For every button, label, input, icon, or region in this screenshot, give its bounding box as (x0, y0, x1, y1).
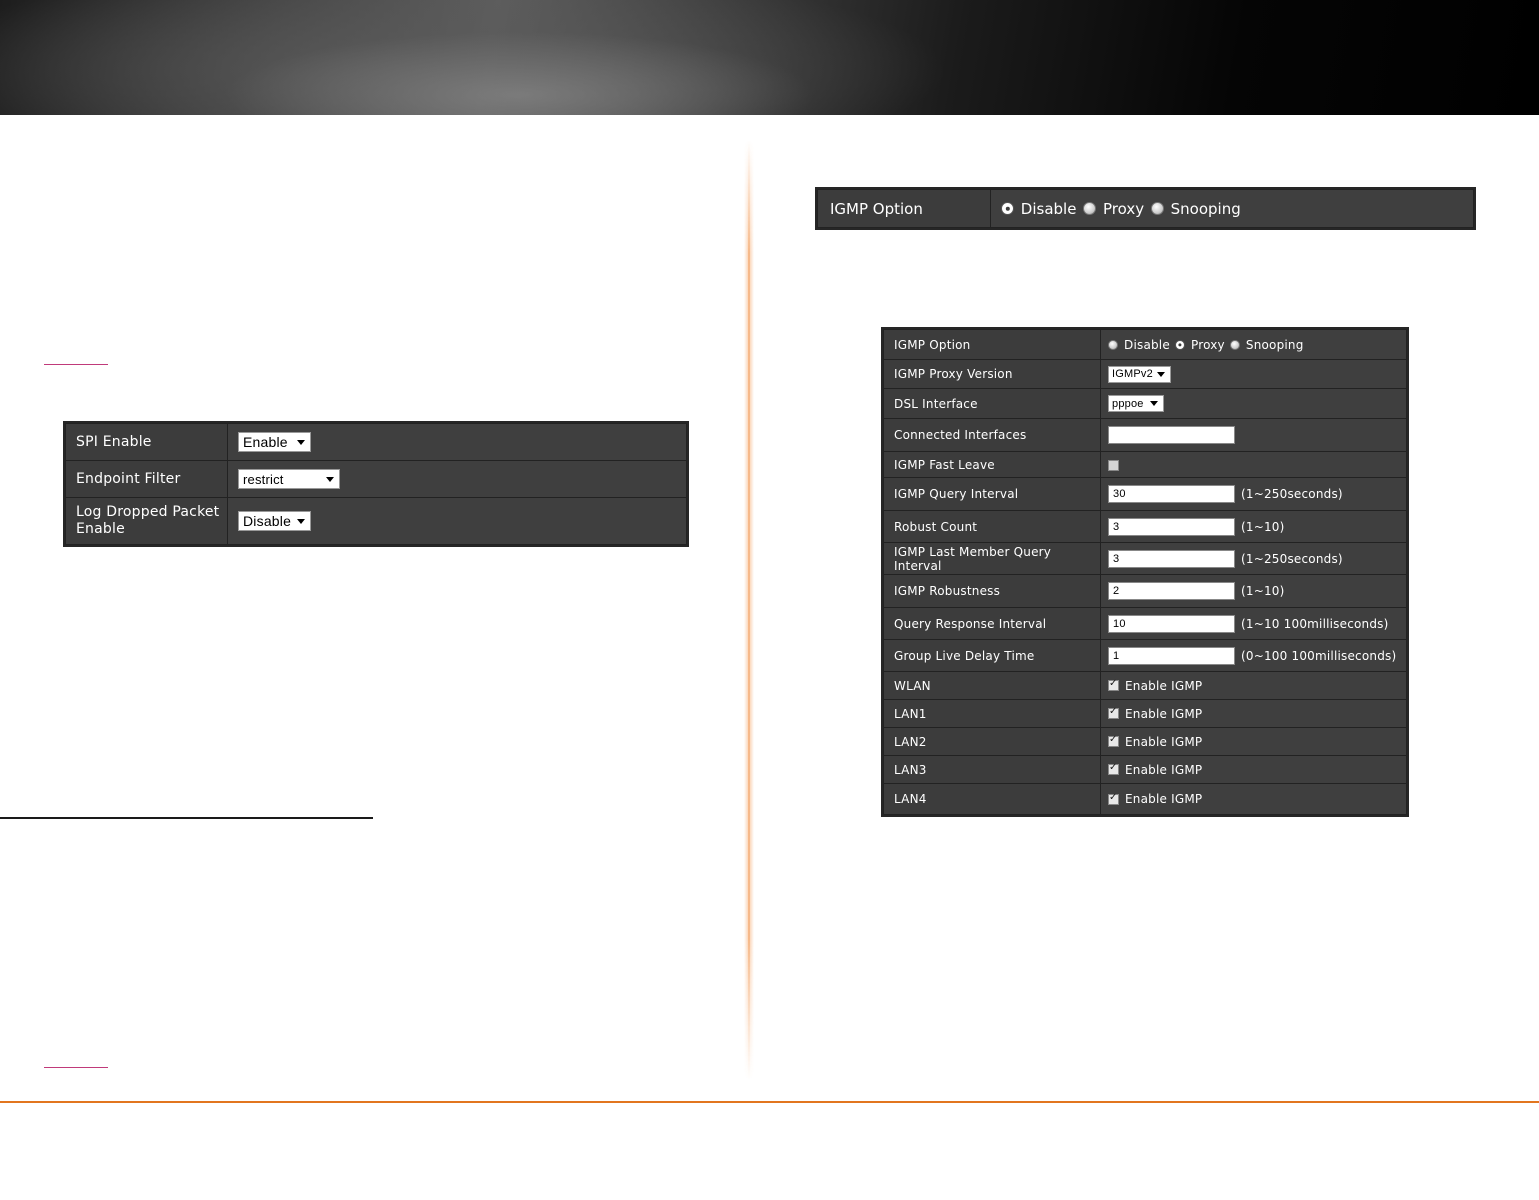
lan1-enable-igmp-checkbox[interactable] (1108, 706, 1119, 720)
group-live-delay-input[interactable]: 1 (1108, 646, 1235, 665)
igmp-proxy-radio[interactable] (1083, 202, 1097, 216)
query-response-interval-label: Query Response Interval (883, 607, 1101, 640)
proxy-version-label: IGMP Proxy Version (883, 359, 1101, 389)
spi-enable-label: SPI Enable (65, 423, 228, 461)
robustness-label: IGMP Robustness (883, 574, 1101, 608)
group-live-delay-label: Group Live Delay Time (883, 639, 1101, 672)
link-underline-top[interactable] (44, 364, 108, 365)
igmp-snooping-label: Snooping (1170, 199, 1241, 218)
wlan-enable-igmp-checkbox[interactable] (1108, 678, 1119, 692)
endpoint-filter-value: restrict (243, 471, 284, 487)
proxy-version-select[interactable]: IGMPv2 (1108, 365, 1171, 383)
igmp-disable-label: Disable (1020, 199, 1077, 218)
igmp-option-row-label: IGMP Option (883, 329, 1101, 360)
query-response-interval-hint: (1~10 100milliseconds) (1241, 616, 1389, 631)
log-dropped-packet-select[interactable]: Disable (238, 511, 311, 531)
query-interval-input[interactable]: 30 (1108, 485, 1235, 503)
lan2-label: LAN2 (883, 727, 1101, 756)
lan1-label: LAN1 (883, 699, 1101, 728)
footer-rule (0, 1101, 1539, 1103)
proxy-version-value: IGMPv2 (1112, 368, 1153, 380)
last-member-query-interval-label: IGMP Last Member Query Interval (883, 542, 1101, 575)
lan4-enable-igmp-label: Enable IGMP (1125, 792, 1203, 807)
lan2-enable-igmp-label: Enable IGMP (1125, 734, 1203, 749)
igmp-full-disable-radio[interactable] (1108, 339, 1118, 350)
igmp-disable-radio[interactable] (1001, 202, 1014, 216)
spi-settings-panel: SPI Enable Enable Endpoint Filter restri… (63, 421, 689, 547)
lan4-enable-igmp-checkbox[interactable] (1108, 792, 1119, 805)
chevron-down-icon (297, 439, 305, 445)
link-underline-bottom[interactable] (44, 1067, 108, 1068)
robustness-hint: (1~10) (1241, 584, 1285, 598)
igmp-full-snooping-radio[interactable] (1229, 339, 1240, 350)
connected-interfaces-label: Connected Interfaces (883, 418, 1101, 452)
connected-interfaces-input[interactable] (1108, 426, 1235, 444)
dsl-interface-select[interactable]: pppoe (1108, 395, 1164, 412)
group-live-delay-hint: (0~100 100milliseconds) (1241, 648, 1397, 663)
last-member-query-interval-input[interactable]: 3 (1108, 549, 1235, 568)
log-dropped-packet-label: Log Dropped Packet Enable (65, 497, 228, 545)
fast-leave-checkbox[interactable] (1108, 459, 1119, 471)
log-dropped-packet-value: Disable (243, 513, 292, 529)
fast-leave-label: IGMP Fast Leave (883, 451, 1101, 478)
wlan-label: WLAN (883, 671, 1101, 700)
lan3-enable-igmp-label: Enable IGMP (1125, 762, 1203, 777)
lan4-label: LAN4 (883, 783, 1101, 815)
endpoint-filter-label: Endpoint Filter (65, 460, 228, 498)
igmp-full-proxy-radio[interactable] (1174, 339, 1185, 350)
igmp-settings-panel: IGMP Option Disable Proxy Snooping IGMP … (881, 327, 1409, 817)
chevron-down-icon (297, 518, 305, 524)
query-interval-label: IGMP Query Interval (883, 477, 1101, 511)
last-member-query-interval-hint: (1~250seconds) (1241, 551, 1343, 566)
robust-count-hint: (1~10) (1241, 519, 1285, 534)
spi-enable-value: Enable (243, 434, 288, 450)
wlan-enable-igmp-label: Enable IGMP (1125, 678, 1203, 693)
log-dropped-packet-label-line2: Enable (76, 521, 125, 537)
lan3-enable-igmp-checkbox[interactable] (1108, 762, 1119, 776)
column-divider (744, 140, 754, 1080)
section-rule (0, 817, 373, 819)
spi-enable-select[interactable]: Enable (238, 432, 311, 452)
lan1-enable-igmp-label: Enable IGMP (1125, 706, 1203, 721)
igmp-full-disable-label: Disable (1124, 337, 1170, 352)
header-banner (0, 0, 1539, 115)
log-dropped-packet-label-line1: Log Dropped Packet (76, 504, 220, 520)
chevron-down-icon (1157, 371, 1165, 377)
dsl-interface-value: pppoe (1112, 397, 1144, 410)
igmp-proxy-label: Proxy (1103, 199, 1145, 218)
query-response-interval-input[interactable]: 10 (1108, 614, 1235, 633)
igmp-option-panel: IGMP Option Disable Proxy Snooping (815, 187, 1476, 230)
igmp-full-proxy-label: Proxy (1190, 337, 1225, 352)
robust-count-input[interactable]: 3 (1108, 517, 1235, 536)
endpoint-filter-select[interactable]: restrict (238, 469, 340, 489)
robust-count-label: Robust Count (883, 510, 1101, 543)
chevron-down-icon (1150, 401, 1158, 406)
query-interval-hint: (1~250seconds) (1241, 487, 1343, 501)
dsl-interface-label: DSL Interface (883, 388, 1101, 419)
igmp-full-snooping-label: Snooping (1245, 337, 1304, 352)
igmp-snooping-radio[interactable] (1150, 202, 1164, 216)
lan2-enable-igmp-checkbox[interactable] (1108, 734, 1119, 748)
lan3-label: LAN3 (883, 755, 1101, 784)
robustness-input[interactable]: 2 (1108, 582, 1235, 600)
chevron-down-icon (326, 476, 334, 482)
igmp-option-label: IGMP Option (817, 189, 991, 228)
